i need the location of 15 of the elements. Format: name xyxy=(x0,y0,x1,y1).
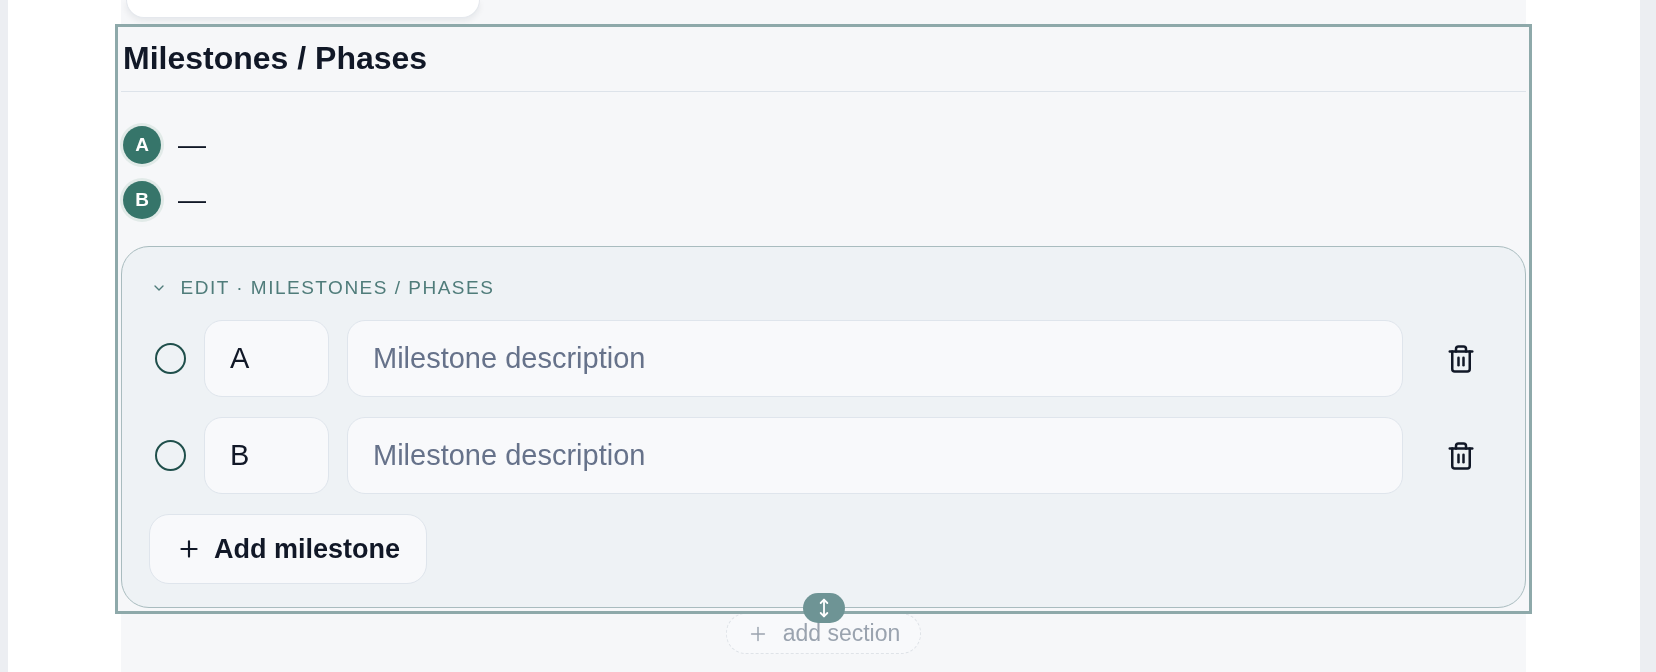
trash-icon xyxy=(1446,343,1476,374)
milestone-badge: B xyxy=(123,181,161,219)
milestone-description: — xyxy=(178,183,206,217)
radio-button[interactable] xyxy=(155,440,186,471)
description-field[interactable]: Milestone description xyxy=(347,320,1403,397)
milestone-description: — xyxy=(178,128,206,162)
section-title: Milestones / Phases xyxy=(122,39,428,78)
add-milestone-button[interactable]: Add milestone xyxy=(149,514,428,584)
edit-toggle[interactable]: EDIT · MILESTONES / PHASES xyxy=(149,276,495,300)
milestone-badge: A xyxy=(123,126,161,164)
description-field[interactable]: Milestone description xyxy=(347,417,1403,494)
radio-button[interactable] xyxy=(155,343,186,374)
trash-icon xyxy=(1446,440,1476,471)
code-field[interactable]: A xyxy=(204,320,329,397)
code-field[interactable]: B xyxy=(204,417,329,494)
